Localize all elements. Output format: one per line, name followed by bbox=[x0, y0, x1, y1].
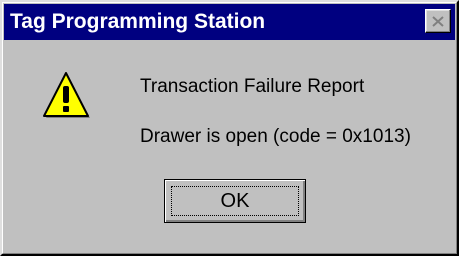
close-icon bbox=[432, 15, 444, 27]
message-heading: Transaction Failure Report bbox=[140, 76, 365, 97]
message-dialog: Tag Programming Station Transaction Fail… bbox=[0, 0, 459, 256]
ok-button-label: OK bbox=[220, 189, 250, 212]
title-bar[interactable]: Tag Programming Station bbox=[4, 4, 455, 40]
window-title: Tag Programming Station bbox=[10, 10, 266, 33]
ok-button[interactable]: OK bbox=[164, 179, 306, 223]
message-detail: Drawer is open (code = 0x1013) bbox=[140, 126, 411, 147]
warning-icon bbox=[40, 72, 92, 122]
close-button[interactable] bbox=[425, 9, 451, 33]
